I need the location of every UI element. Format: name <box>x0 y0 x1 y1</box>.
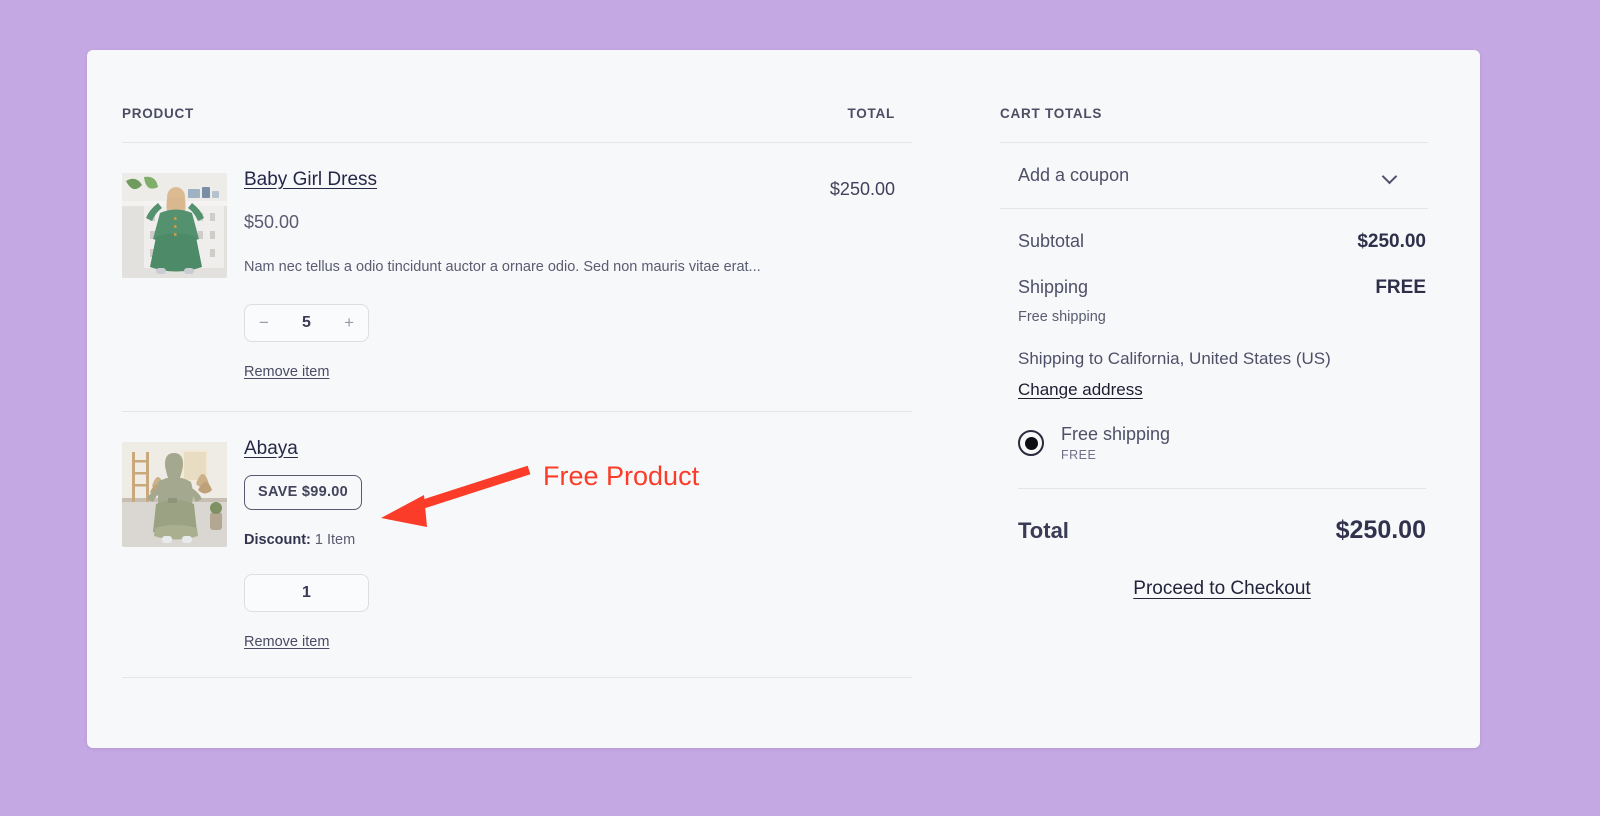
product-details: Baby Girl Dress $50.00 Nam nec tellus a … <box>227 169 792 381</box>
shipping-note: Free shipping <box>1018 309 1106 325</box>
checkout-wrapper: Proceed to Checkout <box>1018 545 1426 600</box>
change-address-link[interactable]: Change address <box>1018 380 1143 400</box>
table-row: Baby Girl Dress $50.00 Nam nec tellus a … <box>122 143 912 412</box>
table-row: Abaya SAVE $99.00 Discount: 1 Item 1 Rem… <box>122 412 912 678</box>
product-details: Abaya SAVE $99.00 Discount: 1 Item 1 Rem… <box>227 438 792 651</box>
shipping-option-text: Free shipping FREE <box>1061 424 1170 462</box>
product-description: Nam nec tellus a odio tincidunt auctor a… <box>244 258 761 275</box>
quantity-stepper[interactable]: 1 <box>244 573 369 612</box>
abaya-photo <box>122 441 227 547</box>
cart-totals-panel: CART TOTALS Add a coupon Subtotal $250.0… <box>1000 106 1428 600</box>
product-thumbnail-abaya[interactable] <box>122 441 227 547</box>
save-badge: SAVE $99.00 <box>244 474 362 510</box>
shipping-label: Shipping <box>1018 277 1089 297</box>
annotation-label: Free Product <box>543 461 700 491</box>
total-label: Total <box>1018 518 1069 543</box>
shipping-destination: Shipping to California, United States (U… <box>1018 349 1331 368</box>
product-link-abaya[interactable]: Abaya <box>244 438 298 461</box>
quantity-stepper[interactable]: − 5 + <box>244 303 369 342</box>
quantity-increase-button[interactable]: + <box>344 314 354 331</box>
cart-totals-title: CART TOTALS <box>1000 106 1428 143</box>
quantity-value[interactable]: 1 <box>302 584 311 602</box>
discount-label: Discount: <box>244 531 311 548</box>
total-value: $250.00 <box>1335 516 1426 544</box>
chevron-down-icon[interactable] <box>1383 171 1398 180</box>
quantity-value[interactable]: 5 <box>302 314 311 332</box>
remove-item-link[interactable]: Remove item <box>244 634 329 650</box>
baby-girl-dress-photo <box>122 173 227 278</box>
products-table-header: PRODUCT TOTAL <box>122 106 912 143</box>
shipping-option-price: FREE <box>1061 448 1097 462</box>
product-thumbnail-baby-girl-dress[interactable] <box>122 173 227 278</box>
product-link-baby-girl-dress[interactable]: Baby Girl Dress <box>244 169 377 192</box>
subtotal-value: $250.00 <box>1357 231 1426 252</box>
subtotal-row: Subtotal $250.00 <box>1018 231 1426 253</box>
radio-free-shipping[interactable] <box>1018 430 1044 456</box>
subtotal-label: Subtotal <box>1018 231 1085 251</box>
column-header-total: TOTAL <box>847 106 895 121</box>
discount-line: Discount: 1 Item <box>244 532 792 548</box>
grand-total-row: Total $250.00 <box>1018 489 1426 545</box>
remove-item-link[interactable]: Remove item <box>244 364 329 380</box>
add-coupon-label: Add a coupon <box>1018 165 1130 185</box>
shipping-option-name: Free shipping <box>1061 424 1171 444</box>
shipping-value: FREE <box>1375 277 1426 298</box>
discount-value: 1 Item <box>314 531 356 548</box>
add-coupon-row[interactable]: Add a coupon <box>1000 143 1428 209</box>
cart-card: PRODUCT TOTAL Baby Girl Dress $50.00 Nam… <box>87 50 1480 748</box>
proceed-to-checkout-button[interactable]: Proceed to Checkout <box>1133 578 1310 600</box>
line-total <box>792 438 912 651</box>
quantity-decrease-button[interactable]: − <box>259 314 269 331</box>
line-total: $250.00 <box>829 179 895 199</box>
products-panel: PRODUCT TOTAL Baby Girl Dress $50.00 Nam… <box>122 106 912 678</box>
shipping-row: Shipping FREE <box>1018 277 1426 299</box>
shipping-method-option[interactable]: Free shipping FREE <box>1018 424 1426 489</box>
totals-body: Subtotal $250.00 Shipping FREE Free ship… <box>1000 209 1428 600</box>
product-unit-price: $50.00 <box>244 211 300 232</box>
column-header-product: PRODUCT <box>122 106 194 121</box>
